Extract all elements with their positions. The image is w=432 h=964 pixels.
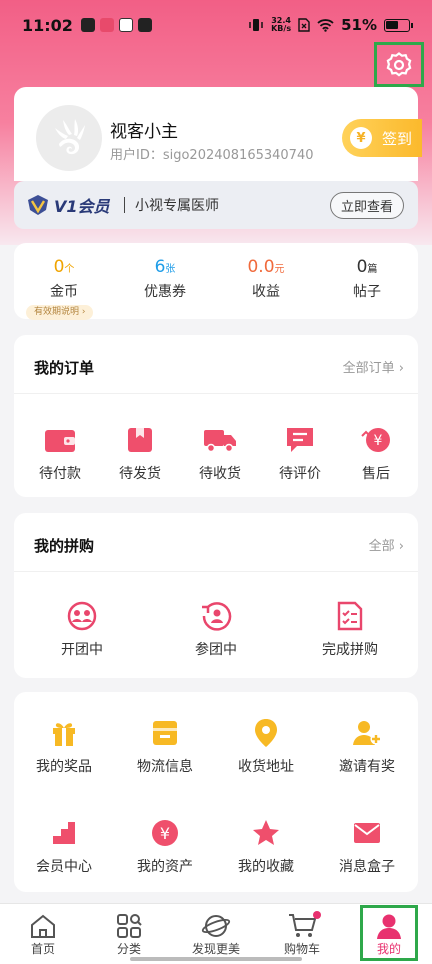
signin-button[interactable]: ¥ 签到: [342, 119, 422, 157]
tool-logistics[interactable]: 物流信息: [125, 718, 205, 776]
package-icon: [128, 428, 152, 452]
wallet-icon: [45, 430, 75, 452]
vip-description: 小视专属医师: [135, 198, 220, 214]
yen-coin-icon: ¥: [350, 127, 372, 149]
vibrate-icon: [249, 19, 263, 31]
tab-discover[interactable]: 发现更美: [176, 912, 256, 957]
avatar[interactable]: [36, 105, 102, 171]
group-completed[interactable]: 完成拼购: [310, 601, 390, 659]
tool-address[interactable]: 收货地址: [226, 718, 306, 776]
join-icon: [202, 602, 232, 631]
orders-card: 我的订单 全部订单 › 待付款 待发货 待收货 待评价 ¥ 售后: [14, 335, 418, 497]
battery-icon: [384, 18, 413, 32]
orders-title: 我的订单: [34, 359, 95, 377]
vip-banner[interactable]: V1会员 小视专属医师 立即查看: [14, 181, 418, 229]
divider: [123, 197, 126, 213]
notification-mail-icon: [99, 18, 114, 32]
vip-logo: V1会员: [26, 193, 110, 217]
battery-percent: 51%: [341, 16, 377, 34]
gift-icon: [53, 723, 75, 746]
order-pending-receipt[interactable]: 待收货: [180, 425, 260, 483]
vip-view-button[interactable]: 立即查看: [329, 191, 404, 219]
all-orders-link[interactable]: 全部订单 ›: [343, 357, 404, 376]
group-joined[interactable]: 参团中: [176, 601, 256, 659]
planet-icon: [201, 915, 231, 937]
group-open[interactable]: 开团中: [42, 601, 122, 659]
order-pending-review[interactable]: 待评价: [260, 425, 340, 483]
home-icon: [31, 914, 55, 938]
wifi-icon: [317, 19, 334, 32]
tool-invite[interactable]: 邀请有奖: [327, 718, 407, 776]
order-pending-payment[interactable]: 待付款: [20, 425, 100, 483]
stat-coins[interactable]: 0个 金币: [14, 257, 114, 301]
settings-button[interactable]: [374, 42, 424, 87]
location-icon: [255, 719, 277, 747]
refund-icon: ¥: [361, 428, 390, 452]
tiktok-icon: [137, 18, 152, 32]
group-buy-card: 我的拼购 全部 › 开团中 参团中 完成拼购: [14, 513, 418, 678]
truck-icon: [204, 430, 236, 453]
tool-message-box[interactable]: 消息盒子: [327, 818, 407, 876]
user-id: 用户ID：sigo202408165340740: [110, 148, 314, 163]
net-speed: 32.4 KB/s: [271, 16, 292, 33]
divider: [14, 393, 418, 394]
vip-badge-icon: [28, 195, 48, 215]
tab-home[interactable]: 首页: [3, 912, 83, 957]
tool-member-center[interactable]: 会员中心: [24, 818, 104, 876]
tab-category[interactable]: 分类: [89, 912, 169, 957]
stat-earnings[interactable]: 0.0元 收益: [216, 257, 316, 301]
chevron-right-icon: ›: [398, 539, 404, 554]
status-time: 11:02: [22, 15, 73, 35]
tool-favorites[interactable]: 我的收藏: [226, 818, 306, 876]
cart-badge: [313, 911, 321, 919]
signin-label: 签到: [382, 129, 413, 148]
star-icon: [253, 820, 279, 845]
home-indicator[interactable]: [130, 957, 302, 961]
tool-my-prizes[interactable]: 我的奖品: [24, 718, 104, 776]
coins-validity-tag[interactable]: 有效期说明 ›: [26, 305, 94, 320]
mail-icon: [354, 823, 380, 843]
order-after-sales[interactable]: ¥ 售后: [336, 425, 416, 483]
assets-icon: ¥: [152, 820, 178, 846]
notification-app-icon: [118, 18, 133, 32]
chevron-right-icon: ›: [398, 361, 404, 376]
box-icon: [153, 721, 177, 745]
all-group-buy-link[interactable]: 全部 ›: [369, 535, 404, 554]
svg-text:¥: ¥: [374, 433, 383, 449]
checklist-icon: [337, 601, 363, 631]
stairs-icon: [53, 822, 75, 844]
tab-cart[interactable]: 购物车: [262, 912, 342, 957]
stat-coupons[interactable]: 6张 优惠券: [115, 257, 215, 301]
default-avatar-icon: [55, 119, 85, 155]
tools-card: 我的奖品 物流信息 收货地址 邀请有奖 会员中心 ¥ 我的资产 我的收藏 消息盒…: [14, 692, 418, 892]
stat-posts[interactable]: 0篇 帖子: [317, 257, 417, 301]
svg-text:¥: ¥: [160, 824, 170, 843]
profile-card[interactable]: 视客小主 用户ID：sigo202408165340740 ¥ 签到: [14, 87, 422, 181]
gear-icon: [386, 51, 412, 76]
category-icon: [117, 914, 142, 938]
order-pending-shipment[interactable]: 待发货: [100, 425, 180, 483]
invite-icon: [353, 721, 382, 745]
group-buy-title: 我的拼购: [34, 537, 95, 555]
notification-app-icon: [80, 18, 95, 32]
status-bar: 11:02 32.4 KB/s 51%: [0, 0, 432, 50]
no-sim-icon: [298, 18, 310, 32]
comment-icon: [287, 428, 313, 452]
group-icon: [67, 601, 97, 631]
nickname: 视客小主: [110, 122, 178, 142]
tool-my-assets[interactable]: ¥ 我的资产: [125, 818, 205, 876]
stats-card: 0个 金币 6张 优惠券 0.0元 收益 0篇 帖子 有效期说明 ›: [14, 243, 418, 320]
divider: [14, 571, 418, 572]
mine-tab-highlight: [360, 905, 418, 961]
